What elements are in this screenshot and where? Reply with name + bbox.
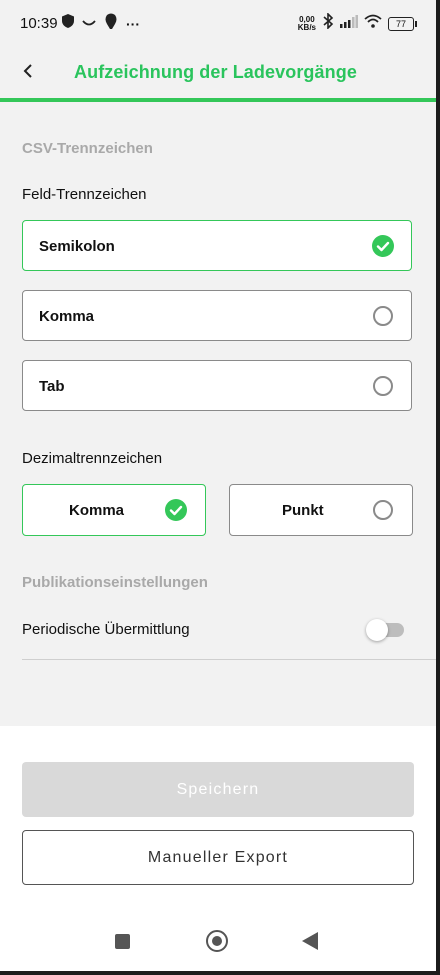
manual-export-button[interactable]: Manueller Export [22, 830, 414, 885]
decimal-option-komma[interactable]: Komma [22, 484, 206, 536]
nav-back-icon[interactable] [302, 932, 318, 950]
bottom-actions: Speichern Manueller Export [0, 726, 436, 971]
status-left-icons: ··· [62, 13, 140, 34]
page-title: Aufzeichnung der Ladevorgänge [74, 62, 357, 82]
wifi-icon [364, 14, 382, 33]
field-separator-label: Feld-Trennzeichen [22, 186, 147, 203]
system-nav-bar [0, 921, 436, 971]
phone-screen: 10:39 ··· 0,00 KB/s 77 Aufzeichnung der … [0, 0, 436, 971]
field-option-komma[interactable]: Komma [22, 290, 412, 341]
back-arrow-icon[interactable] [20, 60, 38, 82]
check-circle-icon [372, 235, 394, 257]
status-bar: 10:39 ··· 0,00 KB/s 77 [0, 0, 436, 48]
status-time: 10:39 [20, 15, 58, 32]
option-label: Komma [39, 308, 95, 325]
field-option-tab[interactable]: Tab [22, 360, 412, 411]
smile-icon [82, 15, 96, 33]
radio-empty-icon [373, 376, 393, 396]
recents-icon[interactable] [115, 934, 130, 949]
radio-empty-icon [373, 500, 393, 520]
home-icon[interactable] [206, 930, 228, 952]
decimal-separator-label: Dezimaltrennzeichen [22, 450, 163, 467]
option-label: Semikolon [39, 238, 115, 255]
check-circle-icon [165, 499, 187, 521]
signal-icon [340, 14, 358, 33]
csv-section-title: CSV-Trennzeichen [22, 140, 153, 157]
save-button[interactable]: Speichern [22, 762, 414, 817]
status-right-icons: 0,00 KB/s 77 [297, 12, 417, 34]
radio-empty-icon [373, 306, 393, 326]
app-header: Aufzeichnung der Ladevorgänge [0, 48, 436, 98]
option-label: Punkt [282, 502, 324, 519]
more-notifications-icon: ··· [126, 15, 140, 32]
option-label: Komma [69, 502, 125, 519]
option-label: Tab [39, 378, 65, 395]
publication-section-title: Publikationseinstellungen [22, 574, 208, 591]
battery-icon: 77 [388, 16, 417, 31]
divider [22, 659, 436, 660]
field-option-semikolon[interactable]: Semikolon [22, 220, 412, 271]
toggle-thumb[interactable] [366, 619, 388, 641]
shield-icon [62, 14, 74, 33]
settings-content: CSV-Trennzeichen Feld-Trennzeichen Semik… [0, 102, 436, 726]
bluetooth-icon [322, 12, 334, 34]
app-notification-icon [104, 13, 118, 34]
decimal-option-punkt[interactable]: Punkt [229, 484, 413, 536]
network-speed: 0,00 KB/s [297, 14, 316, 32]
periodic-transmission-label: Periodische Übermittlung [22, 621, 190, 638]
